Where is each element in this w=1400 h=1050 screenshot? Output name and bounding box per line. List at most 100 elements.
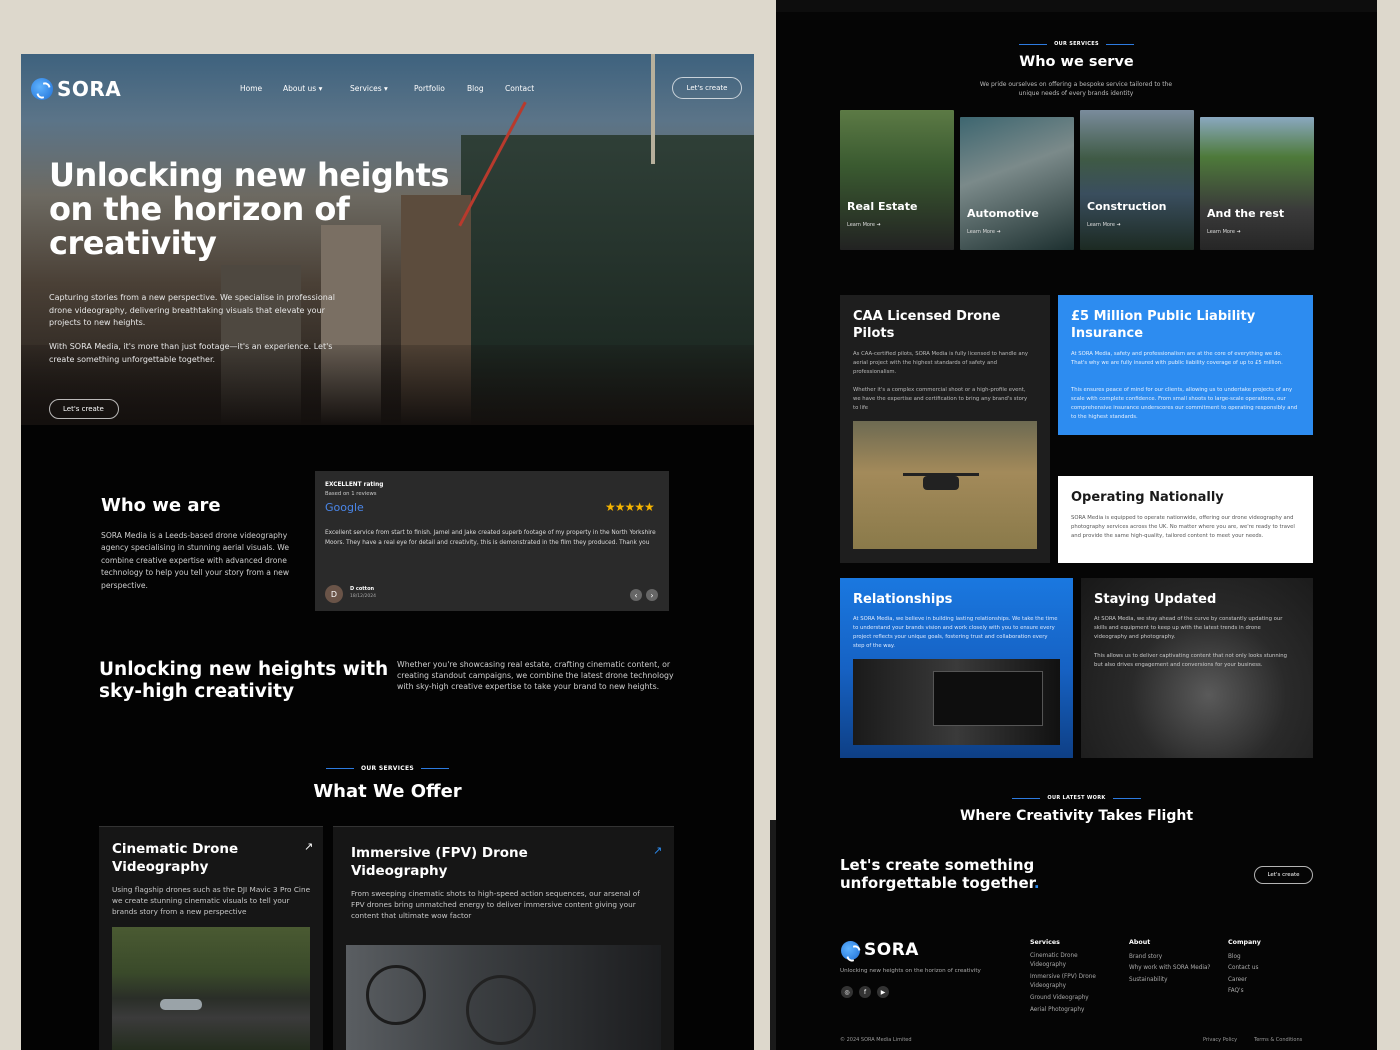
feature-title: Relationships [853,592,953,607]
privacy-link[interactable]: Privacy Policy [1203,1037,1237,1043]
footer-company-column: Company Blog Contact us Career FAQ's [1228,937,1308,998]
instagram-icon[interactable]: ◎ [841,986,853,998]
latest-title: Where Creativity Takes Flight [959,808,1194,824]
feature-text: At SORA Media, safety and professionalis… [1071,351,1283,366]
hero-title: Unlocking new heights on the horizon of … [49,156,449,262]
feature-text: Whether it's a complex commercial shoot … [853,387,1028,411]
serve-card-real-estate[interactable]: Real Estate Learn More ➜ [840,110,954,250]
nav-blog[interactable]: Blog [467,84,484,93]
feature-title: Staying Updated [1094,592,1217,607]
editing-setup-image [853,659,1060,745]
brand-logo[interactable]: SORA [31,77,121,101]
nav-services-label: Services [350,84,382,93]
footer-link[interactable]: Ground Videography [1030,994,1110,1003]
terms-link[interactable]: Terms & Conditions [1254,1037,1302,1043]
monitor-shape [933,671,1043,726]
nav-services[interactable]: Services ▾ [350,84,388,93]
offer-eyebrow-label: OUR SERVICES [360,765,415,772]
learn-more-link[interactable]: Learn More ➜ [1087,222,1121,228]
serve-label: Construction [1087,200,1167,213]
footer-link[interactable]: Why work with SORA Media? [1129,963,1224,975]
feature-text: At SORA Media, we believe in building la… [853,616,1058,649]
nav-about-label: About us [283,84,317,93]
nav-cta-button[interactable]: Let's create [672,77,742,99]
offer-eyebrow: OUR SERVICES [21,765,754,772]
serve-subtitle: We pride ourselves on offering a bespoke… [979,81,1173,97]
hero-paragraph-2: With SORA Media, it's more than just foo… [49,342,333,364]
footer-col-heading: Company [1228,939,1261,946]
drone-prop-shape [366,965,426,1025]
cta-dot: . [1033,874,1040,892]
review-prev-button[interactable]: ‹ [630,589,642,601]
nav-home[interactable]: Home [240,84,262,93]
homepage-left-panel: SORA Home About us ▾ Services ▾ Portfoli… [21,54,754,1050]
footer-brand-name: SORA [864,940,919,960]
eyebrow-line [1112,797,1141,799]
cinematic-drone-image [112,927,310,1050]
serve-card-automotive[interactable]: Automotive Learn More ➜ [960,117,1074,250]
footer-link[interactable]: Sustainability [1129,975,1224,987]
logo-icon [31,78,53,100]
footer-services-column: Services Cinematic Drone Videography Imm… [1030,937,1110,1015]
footer-cta-button[interactable]: Let's create [1254,866,1313,884]
serve-title: Who we serve [1019,54,1134,70]
learn-more-link[interactable]: Learn More ➜ [967,229,1001,235]
feature-text: SORA Media is equipped to operate nation… [1071,515,1295,539]
review-date: 18/12/2024 [350,594,376,599]
nav-portfolio[interactable]: Portfolio [414,84,445,93]
cta-heading: Let's create something unforgettable tog… [840,856,1040,892]
footer-col-heading: Services [1030,939,1060,946]
serve-card-and-the-rest[interactable]: And the rest Learn More ➜ [1200,117,1314,250]
nav-contact[interactable]: Contact [505,84,534,93]
serve-label: Real Estate [847,200,918,213]
card-title: Cinematic Drone Videography [112,841,239,875]
footer-link[interactable]: Career [1228,975,1308,987]
review-next-button[interactable]: › [646,589,658,601]
footer-tagline: Unlocking new heights on the horizon of … [840,968,981,974]
footer-link[interactable]: FAQ's [1228,986,1308,998]
arrow-up-right-icon[interactable]: ↗ [653,844,662,857]
latest-eyebrow-label: OUR LATEST WORK [1047,795,1106,801]
feature-text: As CAA-certified pilots, SORA Media is f… [853,351,1029,375]
footer-link[interactable]: Aerial Photography [1030,1006,1110,1015]
youtube-icon[interactable]: ▶ [877,986,889,998]
nav-about[interactable]: About us ▾ [283,84,322,93]
latest-eyebrow: OUR LATEST WORK [776,795,1377,801]
service-card-fpv[interactable]: Immersive (FPV) Drone Videography ↗ From… [333,826,674,1050]
hero-cta-button[interactable]: Let's create [49,399,119,419]
footer-link[interactable]: Cinematic Drone Videography [1030,952,1110,970]
footer-link[interactable]: Brand story [1129,952,1224,964]
google-logo: Google [325,501,364,514]
eyebrow-line [1105,43,1134,45]
chevron-down-icon: ▾ [318,84,323,93]
drone-field-image [853,421,1037,549]
learn-more-link[interactable]: Learn More ➜ [847,222,881,228]
drone-prop-shape [466,975,536,1045]
service-card-cinematic[interactable]: Cinematic Drone Videography ↗ Using flag… [99,826,323,1050]
cta-line-2-text: unforgettable together [840,874,1034,892]
learn-more-link[interactable]: Learn More ➜ [1207,229,1241,235]
footer-link[interactable]: Contact us [1228,963,1308,975]
logo-icon [841,940,860,960]
serve-eyebrow-label: OUR SERVICES [1054,41,1099,47]
feature-liability-insurance: £5 Million Public Liability Insurance At… [1058,295,1313,435]
feature-relationships: Relationships At SORA Media, we believe … [840,578,1073,758]
footer-link[interactable]: Blog [1228,952,1308,964]
serve-card-construction[interactable]: Construction Learn More ➜ [1080,110,1194,250]
who-title: Who we are [101,495,221,516]
feature-title: CAA Licensed Drone Pilots [853,309,1001,341]
star-rating: ★★★★★ [605,500,655,514]
crane [651,54,655,164]
feature-text: At SORA Media, we stay ahead of the curv… [1094,616,1283,640]
facebook-icon[interactable]: f [859,986,871,998]
unlock-title: Unlocking new heights with sky-high crea… [99,659,389,702]
card-title: Immersive (FPV) Drone Videography [351,845,528,879]
footer-link[interactable]: Immersive (FPV) Drone Videography [1030,973,1110,991]
car-shape [160,999,202,1010]
serve-label: And the rest [1207,207,1285,220]
feature-staying-updated: Staying Updated At SORA Media, we stay a… [1081,578,1313,758]
arrow-up-right-icon[interactable]: ↗ [304,840,313,853]
drone-shape [923,476,959,490]
card-text: From sweeping cinematic shots to high-sp… [351,889,640,920]
footer-logo[interactable]: SORA [841,940,919,960]
